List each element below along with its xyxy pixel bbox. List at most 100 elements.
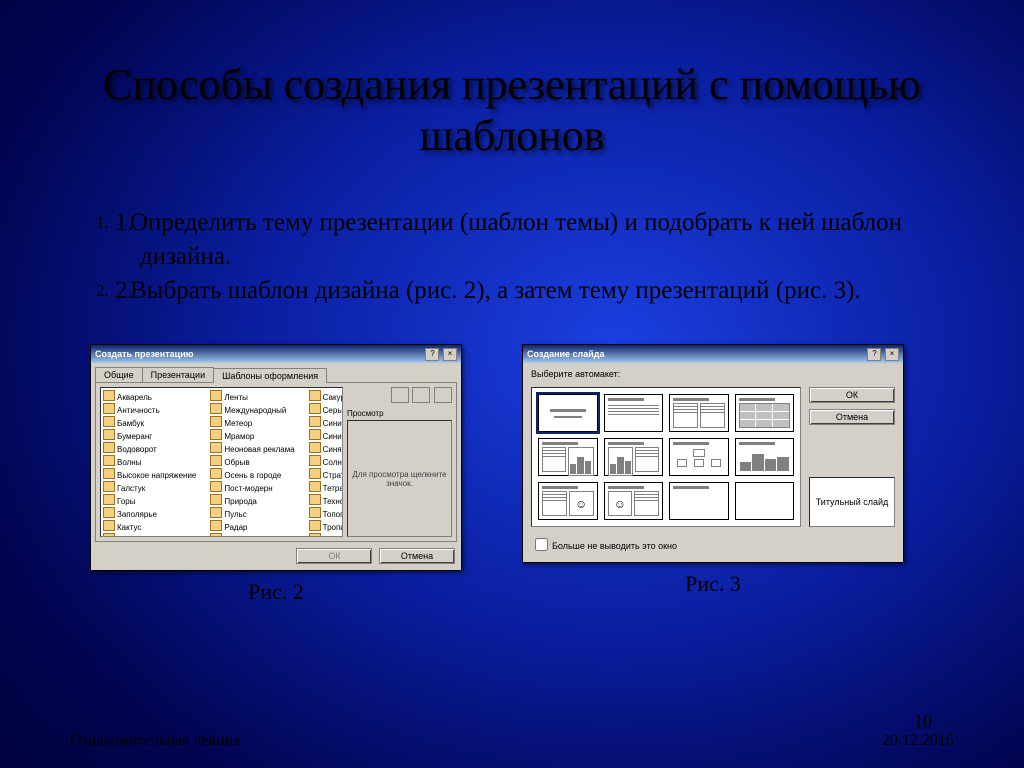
list-item[interactable]: Тропики	[309, 520, 343, 533]
dialog-buttons: ОК Отмена	[91, 542, 461, 570]
view-list-icon[interactable]	[412, 387, 430, 403]
dialog-create-presentation: Создать презентацию ? × Общие Презентаци…	[90, 344, 462, 571]
list-item: 1.Определить тему презентации (шаблон те…	[140, 206, 934, 274]
layout-clip-text[interactable]: ☺	[604, 482, 664, 520]
checkbox-row: Больше не выводить это окно	[523, 535, 903, 562]
list-item[interactable]: Пульс	[210, 507, 294, 520]
view-large-icon[interactable]	[391, 387, 409, 403]
tab-general[interactable]: Общие	[95, 367, 143, 382]
layout-blank[interactable]	[735, 482, 795, 520]
tab-presentations[interactable]: Презентации	[142, 367, 215, 382]
layout-title-only[interactable]	[669, 482, 729, 520]
list-item[interactable]: Синие тон	[309, 416, 343, 429]
list-item[interactable]: Радар	[210, 520, 294, 533]
list-item[interactable]: Солнечны	[309, 455, 343, 468]
preview-pane: Просмотр Для просмотра щелкните значок.	[347, 387, 452, 537]
window-buttons: ? ×	[424, 348, 457, 361]
list-item: 2.Выбрать шаблон дизайна (рис. 2), а зат…	[140, 274, 934, 308]
list-item[interactable]: Галстук	[103, 481, 196, 494]
list-item[interactable]: Стратегия	[309, 468, 343, 481]
list-item[interactable]: Ленты	[210, 390, 294, 403]
list-item[interactable]: Волны	[103, 455, 196, 468]
list-col: Сакура Серые пот Синие тон Синий обе Син…	[309, 390, 343, 534]
list-item[interactable]: Неоновая реклама	[210, 442, 294, 455]
list-item[interactable]: Тростник	[309, 533, 343, 537]
prompt-label: Выберите автомакет:	[523, 363, 903, 379]
footer-left: Ознакомительная лекция	[70, 732, 241, 750]
content-list: 1.Определить тему презентации (шаблон те…	[0, 196, 1024, 307]
template-list[interactable]: Акварель Античность Бамбук Бумеранг Водо…	[100, 387, 343, 537]
view-details-icon[interactable]	[434, 387, 452, 403]
side-panel: ОК Отмена Титульный слайд	[809, 387, 895, 527]
tab-design-templates[interactable]: Шаблоны оформления	[213, 368, 327, 383]
tab-panel: Акварель Античность Бамбук Бумеранг Водо…	[95, 382, 457, 542]
list-item[interactable]: Синий обе	[309, 429, 343, 442]
list-item[interactable]: Высокое напряжение	[103, 468, 196, 481]
figure-2: Создание слайда ? × Выберите автомакет:	[522, 344, 904, 605]
ok-button[interactable]: ОК	[296, 548, 372, 564]
close-icon[interactable]: ×	[885, 348, 899, 361]
dialog-title: Создание слайда	[527, 349, 605, 359]
list-item[interactable]: Кактус	[103, 520, 196, 533]
list-col: Ленты Международный Метеор Мрамор Неонов…	[210, 390, 294, 534]
list-col: Акварель Античность Бамбук Бумеранг Водо…	[103, 390, 196, 534]
dialog-new-slide: Создание слайда ? × Выберите автомакет:	[522, 344, 904, 563]
list-item[interactable]: Горы	[103, 494, 196, 507]
dialog-title: Создать презентацию	[95, 349, 193, 359]
figure-caption: Рис. 3	[522, 571, 904, 597]
layout-grid: ☺ ☺	[538, 394, 794, 520]
footer: Ознакомительная лекция 20.12.2016	[0, 732, 1024, 750]
layout-chart[interactable]	[735, 438, 795, 476]
list-item[interactable]: Международный	[210, 403, 294, 416]
list-item[interactable]: Осень в городе	[210, 468, 294, 481]
list-item[interactable]: Акварель	[103, 390, 196, 403]
footer-right: 20.12.2016	[882, 732, 954, 750]
figure-caption: Рис. 2	[90, 579, 462, 605]
layouts-panel: ☺ ☺	[531, 387, 801, 527]
list-item[interactable]: Бумеранг	[103, 429, 196, 442]
ok-button[interactable]: ОК	[809, 387, 895, 403]
list-item[interactable]: Пост-модерн	[210, 481, 294, 494]
list-item[interactable]: Синяя диа	[309, 442, 343, 455]
list-item[interactable]: Бамбук	[103, 416, 196, 429]
list-item[interactable]: Технологи	[309, 494, 343, 507]
layout-table[interactable]	[735, 394, 795, 432]
list-item[interactable]: Тетрадь	[309, 481, 343, 494]
layout-text-chart[interactable]	[538, 438, 598, 476]
list-item[interactable]: Античность	[103, 403, 196, 416]
slide-title: Способы создания презентаций с помощью ш…	[0, 0, 1024, 171]
list-item[interactable]: Метеор	[210, 416, 294, 429]
selected-layout-label: Титульный слайд	[809, 477, 895, 527]
list-item[interactable]: Топограф	[309, 507, 343, 520]
layout-bulleted[interactable]	[604, 394, 664, 432]
list-item[interactable]: Заполярье	[103, 507, 196, 520]
titlebar: Создание слайда ? ×	[523, 345, 903, 363]
layout-two-col[interactable]	[669, 394, 729, 432]
list-item[interactable]: Серые пот	[309, 403, 343, 416]
list-item[interactable]: Сакура	[309, 390, 343, 403]
slide: Способы создания презентаций с помощью ш…	[0, 0, 1024, 768]
cancel-button[interactable]: Отмена	[809, 409, 895, 425]
cancel-button[interactable]: Отмена	[379, 548, 455, 564]
figure-1: Создать презентацию ? × Общие Презентаци…	[90, 344, 462, 605]
page-number: 10	[914, 711, 932, 732]
checkbox-label: Больше не выводить это окно	[552, 541, 677, 551]
list-item[interactable]: Природа	[210, 494, 294, 507]
layout-title-slide[interactable]	[538, 394, 598, 432]
list-item[interactable]: Ржавый замок	[210, 533, 294, 537]
titlebar: Создать презентацию ? ×	[91, 345, 461, 363]
layout-org-chart[interactable]	[669, 438, 729, 476]
dont-show-checkbox[interactable]	[535, 538, 548, 551]
figures-row: Создать презентацию ? × Общие Презентаци…	[0, 332, 1024, 605]
help-icon[interactable]: ?	[867, 348, 881, 361]
list-item[interactable]: Капсулы	[103, 533, 196, 537]
layout-chart-text[interactable]	[604, 438, 664, 476]
close-icon[interactable]: ×	[443, 348, 457, 361]
help-icon[interactable]: ?	[425, 348, 439, 361]
window-buttons: ? ×	[866, 348, 899, 361]
layout-text-clip[interactable]: ☺	[538, 482, 598, 520]
list-item[interactable]: Мрамор	[210, 429, 294, 442]
list-item[interactable]: Обрыв	[210, 455, 294, 468]
view-buttons	[347, 387, 452, 405]
list-item[interactable]: Водоворот	[103, 442, 196, 455]
